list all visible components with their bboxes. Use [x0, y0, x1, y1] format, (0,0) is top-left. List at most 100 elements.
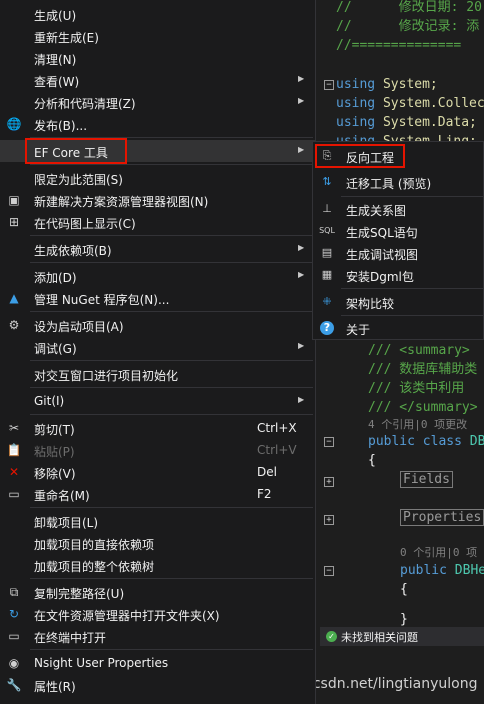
fold-toggle-icon[interactable]: − [324, 437, 334, 447]
menu-item-unload-project[interactable]: 卸载项目(L) [0, 510, 315, 532]
menu-separator [30, 311, 313, 312]
help-icon: ? [320, 321, 334, 335]
menu-separator [30, 235, 313, 236]
menu-item-open-in-explorer[interactable]: ↻ 在文件资源管理器中打开文件夹(X) [0, 603, 315, 625]
highlight-box [315, 144, 405, 168]
scissors-icon: ✂ [8, 421, 20, 435]
menu-separator [30, 262, 313, 263]
diagram-icon: ⊥ [322, 202, 332, 215]
collapsed-region-properties[interactable]: Properties [400, 508, 484, 527]
document-icon: ▤ [321, 246, 333, 259]
menu-item-show-on-code-map[interactable]: ⊞ 在代码图上显示(C) [0, 211, 315, 233]
menu-separator [30, 578, 313, 579]
code-using-line: using System.Data; [336, 115, 477, 130]
menu-item-git[interactable]: Git(I) ▶ [0, 390, 315, 412]
menu-item-set-startup-project[interactable]: ⚙ 设为启动项目(A) [0, 314, 315, 336]
submenu-arrow-icon: ▶ [298, 341, 305, 350]
nuget-icon: ▲ [9, 291, 19, 305]
wrench-icon: 🔧 [6, 678, 22, 692]
code-map-icon: ⊞ [8, 215, 20, 229]
submenu-item-install-dgml[interactable]: ▦ 安装Dgml包 [313, 264, 484, 286]
menu-item-add[interactable]: 添加(D) ▶ [0, 265, 315, 287]
code-editor[interactable]: // 修改日期: 20 // 修改记录: 添 //============== … [320, 0, 484, 704]
submenu-item-about[interactable]: ? 关于 [313, 317, 484, 339]
globe-icon: 🌐 [6, 117, 22, 131]
fold-toggle-icon[interactable]: + [324, 515, 334, 525]
menu-item-load-dep-tree[interactable]: 加载项目的整个依赖树 [0, 554, 315, 576]
menu-item-debug[interactable]: 调试(G) ▶ [0, 336, 315, 358]
code-comment-line: // 修改记录: 添 [336, 19, 480, 34]
constructor-declaration: public DBHe [400, 563, 484, 578]
menu-separator [30, 507, 313, 508]
gear-icon: ⚙ [8, 318, 20, 332]
context-menu: 生成(U) 重新生成(E) 清理(N) 查看(W) ▶ 分析和代码清理(Z) ▶ 🌐… [0, 0, 316, 704]
menu-separator [30, 164, 313, 165]
menu-separator [30, 360, 313, 361]
solution-view-icon: ▣ [8, 193, 20, 207]
menu-item-properties[interactable]: 🔧 属性(R) [0, 674, 315, 696]
rename-icon: ▭ [8, 487, 20, 501]
code-lens-references[interactable]: 0 个引用|0 项 [400, 543, 477, 562]
highlight-box [25, 138, 127, 164]
menu-item-rebuild[interactable]: 重新生成(E) [0, 25, 315, 47]
status-text: 未找到相关问题 [341, 631, 418, 644]
submenu-item-migrations-tool[interactable]: ⇅ 迁移工具 (预览) [313, 171, 484, 193]
collapsed-region-fields[interactable]: Fields [400, 470, 453, 489]
migration-icon: ⇅ [322, 175, 332, 188]
nsight-icon: ◉ [8, 656, 20, 670]
submenu-item-debug-view[interactable]: ▤ 生成调试视图 [313, 242, 484, 264]
menu-item-view[interactable]: 查看(W) ▶ [0, 69, 315, 91]
fold-toggle-icon[interactable]: − [324, 80, 334, 90]
menu-separator [341, 288, 483, 289]
fold-toggle-icon[interactable]: + [324, 477, 334, 487]
menu-item-clean[interactable]: 清理(N) [0, 47, 315, 69]
menu-item-publish[interactable]: 🌐 发布(B)... [0, 113, 315, 135]
code-brace: { [368, 453, 376, 468]
package-icon: ▦ [321, 268, 333, 281]
error-status-bar[interactable]: ✓ 未找到相关问题 [320, 627, 484, 646]
submenu-item-generate-diagram[interactable]: ⊥ 生成关系图 [313, 198, 484, 220]
menu-item-remove[interactable]: ✕ 移除(V) Del [0, 461, 315, 483]
submenu-item-generate-sql[interactable]: SQL 生成SQL语句 [313, 220, 484, 242]
submenu-arrow-icon: ▶ [298, 243, 305, 252]
code-using-line: using System; [336, 77, 438, 92]
sql-icon: SQL [319, 226, 335, 235]
code-doc-comment: /// 数据库辅助类 [368, 362, 478, 377]
fold-toggle-icon[interactable]: − [324, 566, 334, 576]
code-brace: { [400, 582, 408, 597]
menu-separator [341, 315, 483, 316]
class-declaration: public class DB [368, 434, 484, 449]
copy-icon: ⧉ [9, 585, 19, 599]
check-icon: ✓ [326, 631, 337, 642]
menu-item-manage-nuget[interactable]: ▲ 管理 NuGet 程序包(N)... [0, 287, 315, 309]
submenu-item-schema-compare[interactable]: ⁜ 架构比较 [313, 291, 484, 313]
menu-separator [341, 196, 483, 197]
code-comment-line: //============== [336, 38, 462, 53]
submenu-arrow-icon: ▶ [298, 74, 305, 83]
menu-item-rename[interactable]: ▭ 重命名(M) F2 [0, 483, 315, 505]
menu-item-initialize-interactive[interactable]: 对交互窗口进行项目初始化 [0, 363, 315, 385]
menu-item-build[interactable]: 生成(U) [0, 3, 315, 25]
menu-item-paste[interactable]: 📋 粘贴(P) Ctrl+V [0, 439, 315, 461]
shortcut-label: Ctrl+X [257, 421, 297, 435]
code-comment-line: // 修改日期: 20 [336, 0, 482, 15]
menu-item-analyze[interactable]: 分析和代码清理(Z) ▶ [0, 91, 315, 113]
shortcut-label: Ctrl+V [257, 443, 297, 457]
menu-item-copy-full-path[interactable]: ⧉ 复制完整路径(U) [0, 581, 315, 603]
clipboard-icon: 📋 [6, 443, 22, 457]
submenu-arrow-icon: ▶ [298, 270, 305, 279]
menu-item-cut[interactable]: ✂ 剪切(T) Ctrl+X [0, 417, 315, 439]
remove-x-icon: ✕ [8, 465, 20, 479]
code-doc-comment: /// <summary> [368, 343, 470, 358]
menu-item-new-solution-view[interactable]: ▣ 新建解决方案资源管理器视图(N) [0, 189, 315, 211]
menu-item-open-in-terminal[interactable]: ▭ 在终端中打开 [0, 625, 315, 647]
menu-item-build-dependencies[interactable]: 生成依赖项(B) ▶ [0, 238, 315, 260]
ef-core-submenu: ⎘ 反向工程 ⇅ 迁移工具 (预览) ⊥ 生成关系图 SQL 生成SQL语句 ▤ 生成调试… [312, 141, 484, 340]
menu-item-nsight-properties[interactable]: ◉ Nsight User Properties [0, 652, 315, 674]
shortcut-label: Del [257, 465, 277, 479]
menu-item-scope-to-this[interactable]: 限定为此范围(S) [0, 167, 315, 189]
menu-separator [30, 387, 313, 388]
open-folder-icon: ↻ [8, 607, 20, 621]
menu-item-load-direct-deps[interactable]: 加载项目的直接依赖项 [0, 532, 315, 554]
menu-separator [30, 414, 313, 415]
